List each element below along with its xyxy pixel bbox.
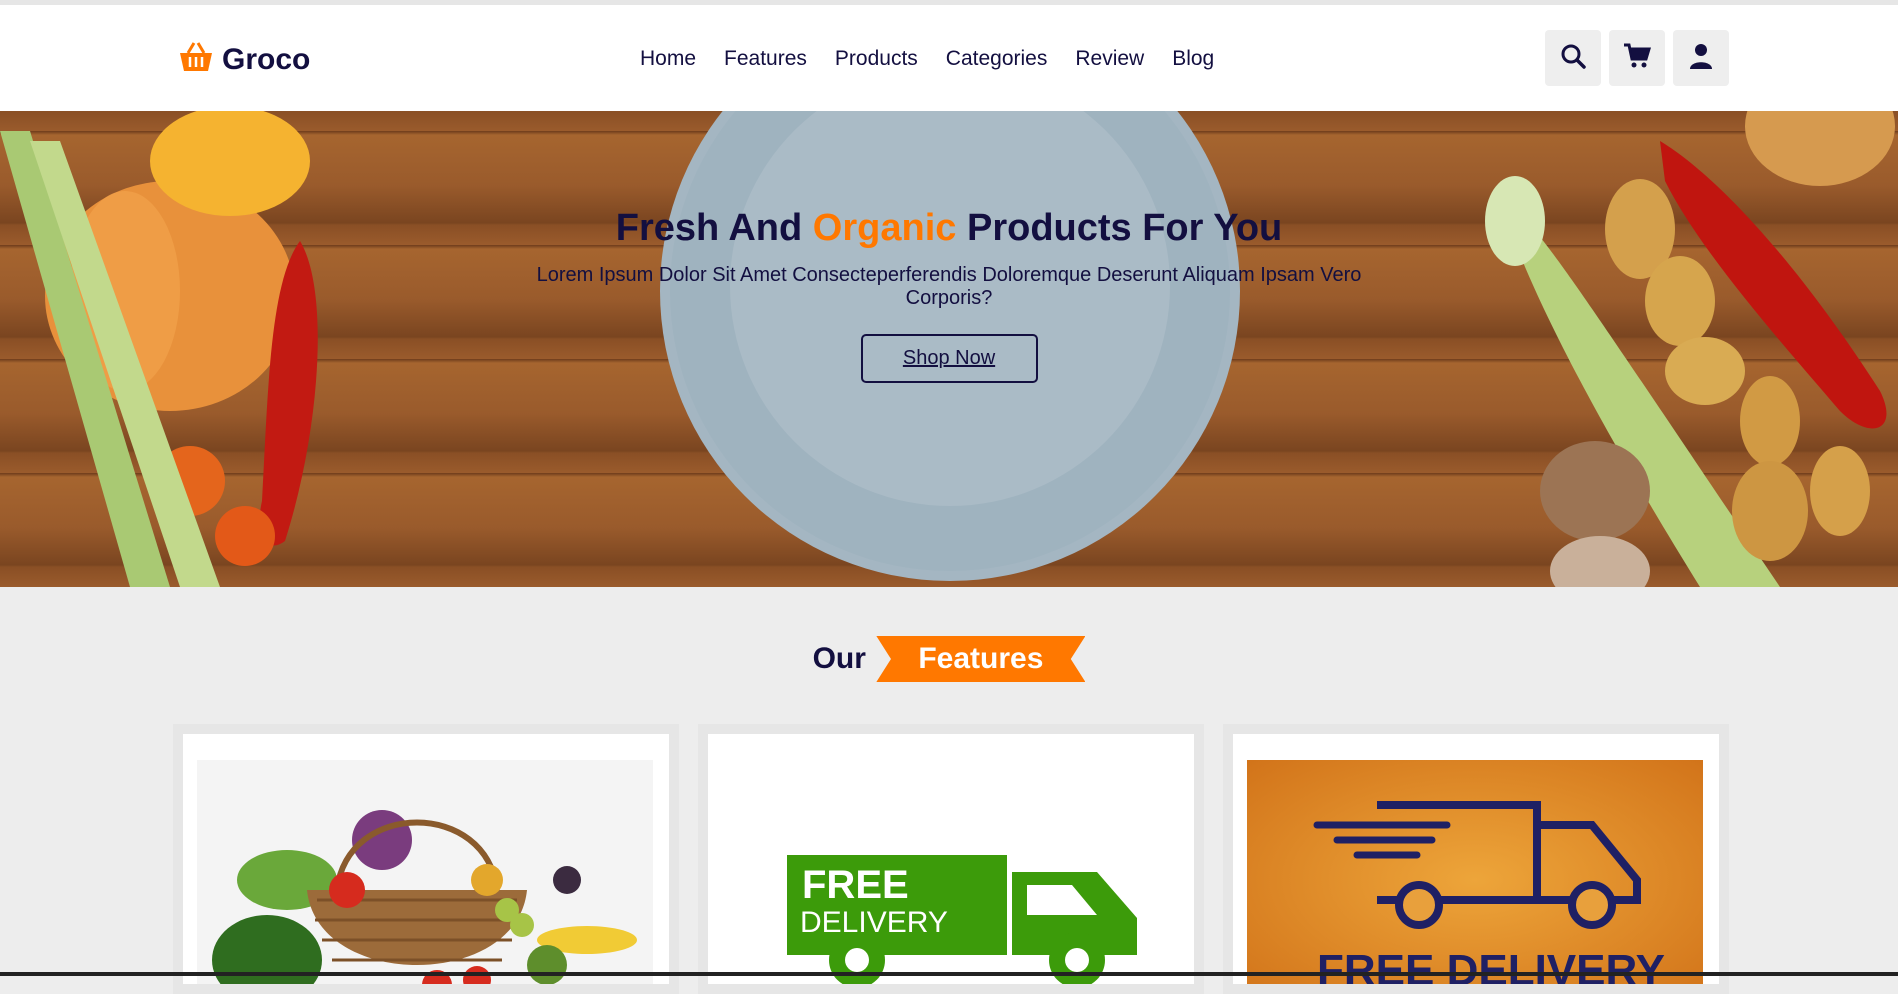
hero-title-part2: Products For You <box>966 207 1283 249</box>
card-image-text-free-delivery: FREE DELIVERY <box>1317 946 1665 984</box>
vegetable-basket-image <box>197 760 653 984</box>
user-icon <box>1689 43 1713 74</box>
logo[interactable]: Groco <box>178 41 310 78</box>
feature-card: FREE DELIVERY <box>1223 724 1729 994</box>
hero-banner: Fresh And Organic Products For You Lorem… <box>0 111 1898 587</box>
main-nav: Home Features Products Categories Review… <box>640 47 1214 71</box>
hero-subtitle: Lorem Ipsum Dolor Sit Amet Consecteperfe… <box>536 264 1362 309</box>
nav-categories[interactable]: Categories <box>946 47 1048 71</box>
hero-title-highlight: Organic <box>812 207 957 249</box>
hero-content: Fresh And Organic Products For You Lorem… <box>0 207 1898 383</box>
free-delivery-green-image: FREE DELIVERY <box>722 760 1178 984</box>
free-delivery-orange-image: FREE DELIVERY <box>1247 760 1703 984</box>
feature-card: FREE DELIVERY <box>698 724 1204 994</box>
feature-card-inner <box>183 734 669 984</box>
card-image-text-delivery: DELIVERY <box>800 906 948 939</box>
user-button[interactable] <box>1673 30 1729 86</box>
features-heading: Our Features <box>0 636 1898 682</box>
nav-blog[interactable]: Blog <box>1172 47 1214 71</box>
site-header: Groco Home Features Products Categories … <box>0 5 1898 111</box>
hero-title-part1: Fresh And <box>615 207 803 249</box>
feature-card <box>173 724 679 994</box>
feature-card-inner: FREE DELIVERY <box>1233 734 1719 984</box>
feature-card-inner: FREE DELIVERY <box>708 734 1194 984</box>
nav-home[interactable]: Home <box>640 47 696 71</box>
logo-text: Groco <box>222 42 311 76</box>
nav-products[interactable]: Products <box>835 47 918 71</box>
features-heading-plain: Our <box>812 642 866 675</box>
header-icons <box>1545 30 1729 86</box>
nav-features[interactable]: Features <box>724 47 807 71</box>
cart-icon <box>1623 43 1652 74</box>
search-icon <box>1560 43 1586 74</box>
hero-title: Fresh And Organic Products For You <box>0 207 1898 250</box>
basket-icon <box>178 41 214 78</box>
features-heading-badge: Features <box>876 636 1086 682</box>
shop-now-button[interactable]: Shop Now <box>860 334 1038 383</box>
card-image-text-free: FREE <box>802 863 909 907</box>
cart-button[interactable] <box>1609 30 1665 86</box>
search-button[interactable] <box>1545 30 1601 86</box>
bottom-border <box>0 972 1898 976</box>
nav-review[interactable]: Review <box>1075 47 1144 71</box>
